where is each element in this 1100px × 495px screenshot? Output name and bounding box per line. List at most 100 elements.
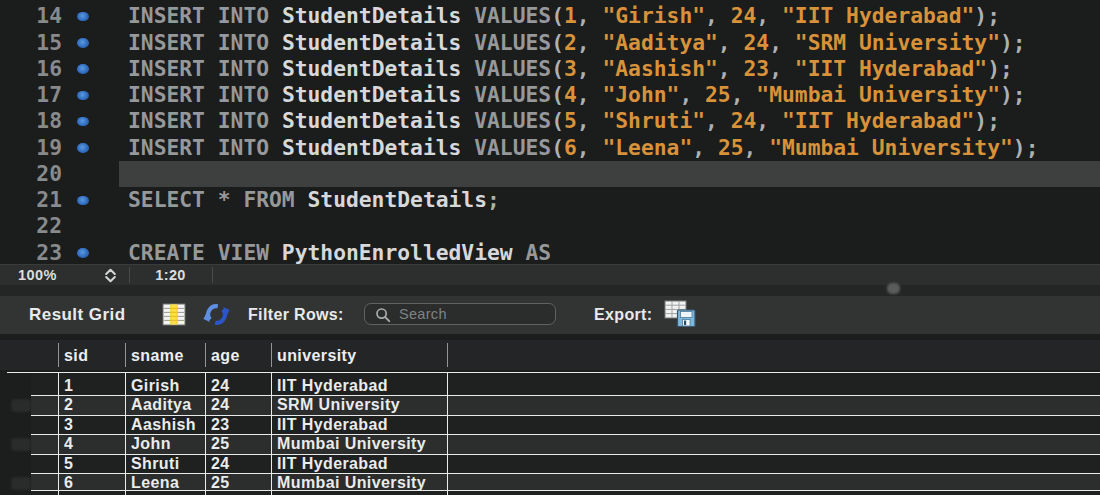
code-text: CREATE VIEW PythonEnrolledView AS — [128, 240, 551, 266]
column-header-university[interactable]: university — [277, 340, 357, 370]
grid-cell-age[interactable]: 23 — [211, 416, 269, 434]
grid-cell-age[interactable]: 24 — [211, 455, 269, 473]
grid-cell-age[interactable]: 25 — [211, 435, 269, 453]
grid-row-5[interactable]: 5 Shruti 24 IIT Hyderabad — [31, 455, 1100, 474]
sql-editor[interactable]: 14 INSERT INTO StudentDetails VALUES(1, "… — [0, 0, 1100, 264]
zoom-level: 100% — [18, 265, 57, 285]
grid-cell-university[interactable]: Mumbai University — [277, 474, 445, 490]
line-number: 20 — [0, 161, 62, 187]
line-number: 22 — [0, 213, 62, 239]
editor-line-20[interactable]: 20 — [0, 161, 1100, 187]
mysql-workbench-result-panel: 14INSERT INTO StudentDetails VALUES(1, "… — [0, 0, 1100, 495]
grid-cell-university[interactable]: IIT Hyderabad — [277, 455, 445, 473]
grid-cell-age[interactable]: 24 — [211, 373, 269, 395]
header-separator — [271, 343, 272, 367]
statement-marker-icon — [77, 38, 89, 48]
export-label: Export: — [594, 296, 652, 334]
line-number: 23 — [0, 240, 62, 266]
editor-scrollbar-track — [0, 285, 1100, 296]
grid-column-line — [447, 372, 448, 495]
result-grid-title: Result Grid — [29, 296, 126, 334]
search-icon — [375, 307, 391, 323]
code-text: INSERT INTO StudentDetails VALUES(1, "Gi… — [128, 3, 1000, 29]
zoom-stepper-icon[interactable] — [103, 268, 118, 283]
search-input[interactable] — [399, 304, 547, 324]
statusbar-divider — [212, 267, 213, 283]
grid-cell-sid[interactable]: 1 — [64, 373, 123, 395]
code-text: INSERT INTO StudentDetails VALUES(6, "Le… — [128, 135, 1038, 161]
grid-cell-age[interactable]: 24 — [211, 396, 269, 414]
column-header-sid[interactable]: sid — [64, 340, 88, 370]
grid-cell-sid[interactable]: 5 — [64, 455, 123, 473]
column-header-age[interactable]: age — [211, 340, 240, 370]
code-text: INSERT INTO StudentDetails VALUES(5, "Sh… — [128, 108, 1000, 134]
statement-marker-icon — [77, 248, 89, 258]
header-separator — [125, 343, 126, 367]
header-separator — [205, 343, 206, 367]
grid-next-row-strip — [31, 491, 1100, 495]
grid-cell-university[interactable]: IIT Hyderabad — [277, 373, 445, 395]
statement-marker-icon — [77, 117, 89, 127]
editor-line-16[interactable]: 16 INSERT INTO StudentDetails VALUES(3, "… — [0, 56, 1100, 82]
editor-line-21[interactable]: 21SELECT * FROM StudentDetails; — [0, 187, 1100, 213]
grid-cell-sid[interactable]: 4 — [64, 435, 123, 453]
result-grid-toolbar: Result Grid — [0, 296, 1100, 334]
grid-column-line — [125, 372, 126, 495]
header-separator — [58, 343, 59, 367]
statement-marker-icon — [77, 143, 89, 153]
line-number: 19 — [0, 135, 62, 161]
result-grid: sidsnameageuniversity 1Girish24IIT Hyder… — [0, 334, 1100, 495]
grid-column-line — [205, 372, 206, 495]
editor-line-23[interactable]: 23 CREATE VIEW PythonEnrolledView AS — [0, 240, 1100, 266]
statement-marker-icon — [77, 12, 89, 22]
export-icon[interactable] — [664, 300, 697, 329]
editor-line-22[interactable]: 22 — [0, 213, 1100, 239]
line-number: 16 — [0, 56, 62, 82]
grid-view-icon[interactable] — [162, 303, 186, 326]
code-text: INSERT INTO StudentDetails VALUES(3, "Aa… — [128, 56, 1013, 82]
scrollbar-thumb[interactable] — [887, 283, 900, 294]
code-text: SELECT * FROM StudentDetails; — [128, 187, 500, 213]
editor-line-14[interactable]: 14 INSERT INTO StudentDetails VALUES(1, "… — [0, 3, 1100, 29]
row-marker — [11, 477, 31, 490]
grid-column-line — [58, 372, 59, 495]
refresh-icon[interactable] — [203, 302, 230, 327]
editor-line-15[interactable]: 15INSERT INTO StudentDetails VALUES(2, "… — [0, 30, 1100, 56]
grid-row-6[interactable]: 6 Leena 25 Mumbai University — [31, 474, 1100, 491]
grid-cell-sid[interactable]: 3 — [64, 416, 123, 434]
grid-cell-sid[interactable]: 2 — [64, 396, 123, 414]
editor-line-19[interactable]: 19 INSERT INTO StudentDetails VALUES(6, "… — [0, 135, 1100, 161]
row-marker — [11, 399, 31, 412]
grid-cell-sname[interactable]: Girish — [131, 373, 203, 395]
line-number: 18 — [0, 108, 62, 134]
editor-line-18[interactable]: 18 INSERT INTO StudentDetails VALUES(5, "… — [0, 108, 1100, 134]
grid-cell-university[interactable]: Mumbai University — [277, 435, 445, 453]
header-separator — [447, 343, 448, 367]
grid-cell-sid[interactable]: 6 — [64, 474, 123, 490]
editor-line-17[interactable]: 17INSERT INTO StudentDetails VALUES(4, "… — [0, 82, 1100, 108]
statement-marker-icon — [77, 64, 89, 74]
row-marker — [11, 438, 31, 451]
grid-cell-age[interactable]: 25 — [211, 474, 269, 490]
cursor-position: 1:20 — [152, 265, 189, 285]
statusbar-divider — [129, 267, 130, 283]
filter-rows-label: Filter Rows: — [248, 296, 344, 334]
grid-cell-sname[interactable]: Shruti — [131, 455, 203, 473]
grid-cell-sname[interactable]: Aaditya — [131, 396, 203, 414]
grid-cell-university[interactable]: IIT Hyderabad — [277, 416, 445, 434]
statement-marker-icon — [77, 91, 89, 101]
column-header-sname[interactable]: sname — [131, 340, 184, 370]
result-grid-body: 1 Girish 24 IIT Hyderabad 2 Aaditya 24 SRM Univ… — [0, 372, 1100, 495]
search-box — [364, 303, 556, 325]
line-number: 17 — [0, 82, 62, 108]
grid-cell-sname[interactable]: Leena — [131, 474, 203, 490]
grid-cell-sname[interactable]: John — [131, 435, 203, 453]
grid-row-3[interactable]: 3 Aashish 23 IIT Hyderabad — [31, 416, 1100, 435]
grid-row-4[interactable]: 4 John 25 Mumbai University — [31, 435, 1100, 454]
editor-statusbar: 100% 1:20 — [0, 264, 1100, 285]
grid-row-1[interactable]: 1 Girish 24 IIT Hyderabad — [31, 373, 1100, 396]
grid-cell-university[interactable]: SRM University — [277, 396, 445, 414]
line-number: 14 — [0, 3, 62, 29]
grid-row-2[interactable]: 2 Aaditya 24 SRM University — [31, 396, 1100, 415]
grid-cell-sname[interactable]: Aashish — [131, 416, 203, 434]
